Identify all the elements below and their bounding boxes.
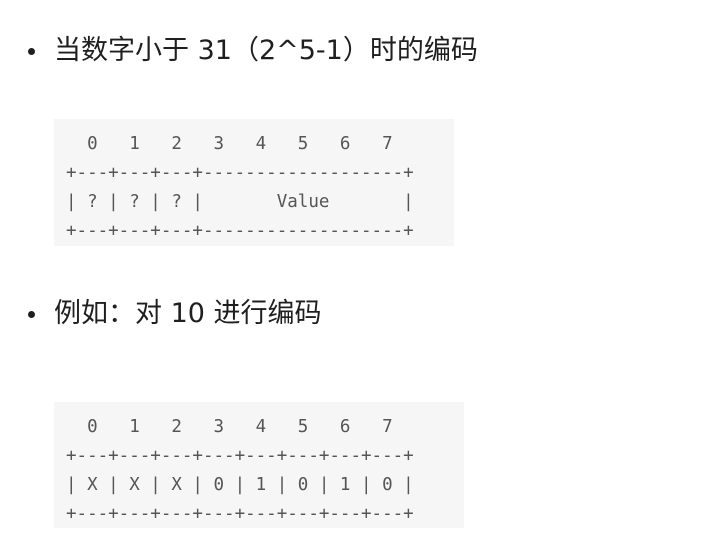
- bullet-dot-icon: [28, 310, 35, 318]
- code-line: +---+---+---+---+---+---+---+---+: [66, 446, 414, 466]
- code-line: | ? | ? | ? | Value |: [66, 192, 414, 212]
- code-line: 0 1 2 3 4 5 6 7: [66, 417, 393, 437]
- section-heading: 当数字小于 31（2^5-1）时的编码: [54, 35, 478, 66]
- code-line: +---+---+---+-------------------+: [66, 221, 414, 241]
- bullet-item-encoding-rule: 当数字小于 31（2^5-1）时的编码: [28, 34, 478, 68]
- code-block-example-encoding: 0 1 2 3 4 5 6 7 +---+---+---+---+---+---…: [54, 402, 464, 528]
- code-line: 0 1 2 3 4 5 6 7: [66, 134, 393, 154]
- bullet-item-example: 例如：对 10 进行编码: [28, 297, 322, 331]
- bullet-dot-icon: [28, 47, 35, 55]
- code-block-bit-layout: 0 1 2 3 4 5 6 7 +---+---+---+-----------…: [54, 119, 454, 246]
- code-line: +---+---+---+-------------------+: [66, 163, 414, 183]
- code-line: | X | X | X | 0 | 1 | 0 | 1 | 0 |: [66, 475, 414, 495]
- section-heading: 例如：对 10 进行编码: [54, 298, 322, 329]
- code-line: +---+---+---+---+---+---+---+---+: [66, 504, 414, 524]
